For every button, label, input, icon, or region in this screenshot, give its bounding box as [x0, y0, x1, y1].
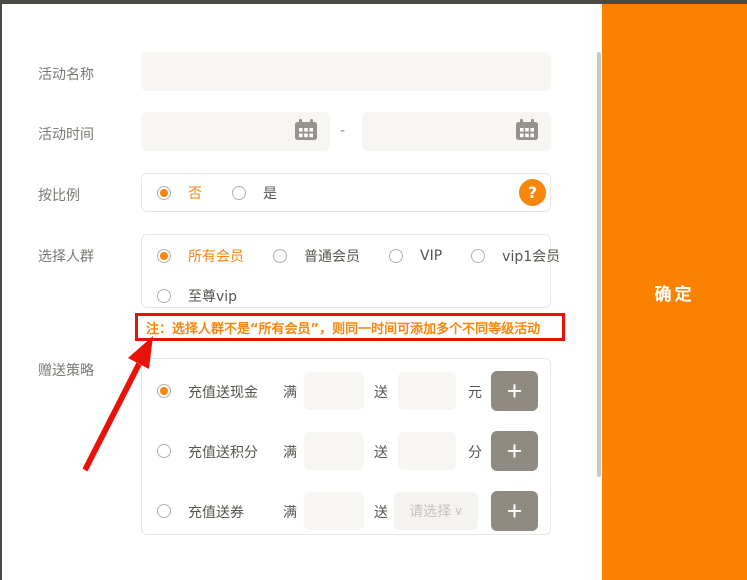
threshold-prefix-label: 满 [283, 502, 297, 522]
calendar-icon [294, 119, 318, 145]
unit-label: 元 [468, 382, 482, 402]
radio-option-no[interactable]: 否 [157, 183, 202, 203]
side-panel: 确定 [602, 4, 747, 580]
calendar-icon [515, 119, 539, 145]
chevron-down-icon: ∨ [454, 504, 463, 518]
radio-option-label: 至尊vip [188, 286, 237, 306]
add-rule-button[interactable]: + [491, 431, 538, 471]
strategy-option-label[interactable]: 充值送积分 [188, 442, 258, 462]
strategy-label: 赠送策略 [38, 360, 94, 380]
radio-option-all-members[interactable]: 所有会员 [157, 246, 244, 266]
by-ratio-label: 按比例 [38, 185, 80, 205]
audience-label: 选择人群 [38, 246, 94, 266]
add-activity-dialog: 活动名称 活动时间 - [0, 0, 747, 580]
gift-amount-input[interactable] [398, 372, 456, 410]
strategy-option-label[interactable]: 充值送现金 [188, 382, 258, 402]
plus-icon: + [507, 376, 523, 406]
gift-mid-label: 送 [374, 442, 388, 462]
note-banner: 注：选择人群不是“所有会员”，则同一时间可添加多个不同等级活动 [135, 313, 565, 341]
by-ratio-group: 否 是 ? [141, 173, 551, 212]
plus-icon: + [507, 436, 523, 466]
gift-mid-label: 送 [374, 502, 388, 522]
activity-name-label: 活动名称 [38, 64, 94, 84]
radio-unselected-icon [157, 289, 171, 303]
radio-option-vip1[interactable]: vip1会员 [471, 246, 560, 266]
radio-unselected-icon [389, 249, 403, 263]
radio-option-label: 普通会员 [304, 246, 360, 266]
window-left-border [0, 0, 2, 580]
activity-time-label: 活动时间 [38, 124, 94, 144]
radio-option-label: VIP [420, 248, 442, 264]
radio-option-normal-members[interactable]: 普通会员 [273, 246, 360, 266]
coupon-select-placeholder: 请选择 [409, 501, 451, 521]
radio-option-supreme-vip[interactable]: 至尊vip [157, 286, 237, 306]
gift-mid-label: 送 [374, 382, 388, 402]
confirm-button[interactable]: 确定 [602, 280, 747, 305]
start-date-field[interactable] [141, 112, 330, 151]
threshold-amount-input[interactable] [304, 432, 364, 470]
radio-option-yes[interactable]: 是 [232, 183, 277, 203]
strategy-row-cash: 充值送现金 满 送 元 + [142, 371, 550, 411]
radio-option-label: vip1会员 [502, 246, 560, 266]
plus-icon: + [507, 496, 523, 526]
gift-amount-input[interactable] [398, 432, 456, 470]
radio-unselected-icon [232, 186, 246, 200]
help-icon[interactable]: ? [519, 179, 546, 206]
radio-option-label: 是 [263, 183, 277, 203]
radio-unselected-icon[interactable] [157, 444, 171, 458]
add-rule-button[interactable]: + [491, 371, 538, 411]
radio-option-label: 所有会员 [188, 246, 244, 266]
audience-group: 所有会员 普通会员 VIP vip1会员 至尊vip [141, 234, 551, 308]
radio-selected-icon[interactable] [157, 384, 171, 398]
vertical-scrollbar[interactable] [597, 52, 601, 477]
threshold-prefix-label: 满 [283, 382, 297, 402]
strategy-row-coupon: 充值送券 满 送 请选择 ∨ + [142, 491, 550, 531]
unit-label: 分 [468, 442, 482, 462]
radio-unselected-icon[interactable] [157, 504, 171, 518]
end-date-field[interactable] [362, 112, 551, 151]
add-rule-button[interactable]: + [491, 491, 538, 531]
strategy-group: 充值送现金 满 送 元 + 充值送积分 满 送 分 + 充值送券 满 送 请选择 [141, 358, 551, 535]
threshold-prefix-label: 满 [283, 442, 297, 462]
activity-name-input[interactable] [141, 52, 551, 91]
coupon-select[interactable]: 请选择 ∨ [394, 492, 478, 530]
strategy-option-label[interactable]: 充值送券 [188, 502, 244, 522]
radio-selected-icon [157, 186, 171, 200]
strategy-row-points: 充值送积分 满 送 分 + [142, 431, 550, 471]
threshold-amount-input[interactable] [304, 372, 364, 410]
radio-unselected-icon [273, 249, 287, 263]
radio-unselected-icon [471, 249, 485, 263]
radio-option-label: 否 [188, 183, 202, 203]
radio-option-vip[interactable]: VIP [389, 248, 442, 264]
radio-selected-icon [157, 249, 171, 263]
note-text: 注：选择人群不是“所有会员”，则同一时间可添加多个不同等级活动 [146, 318, 540, 337]
threshold-amount-input[interactable] [304, 492, 364, 530]
date-range-separator: - [340, 123, 345, 139]
